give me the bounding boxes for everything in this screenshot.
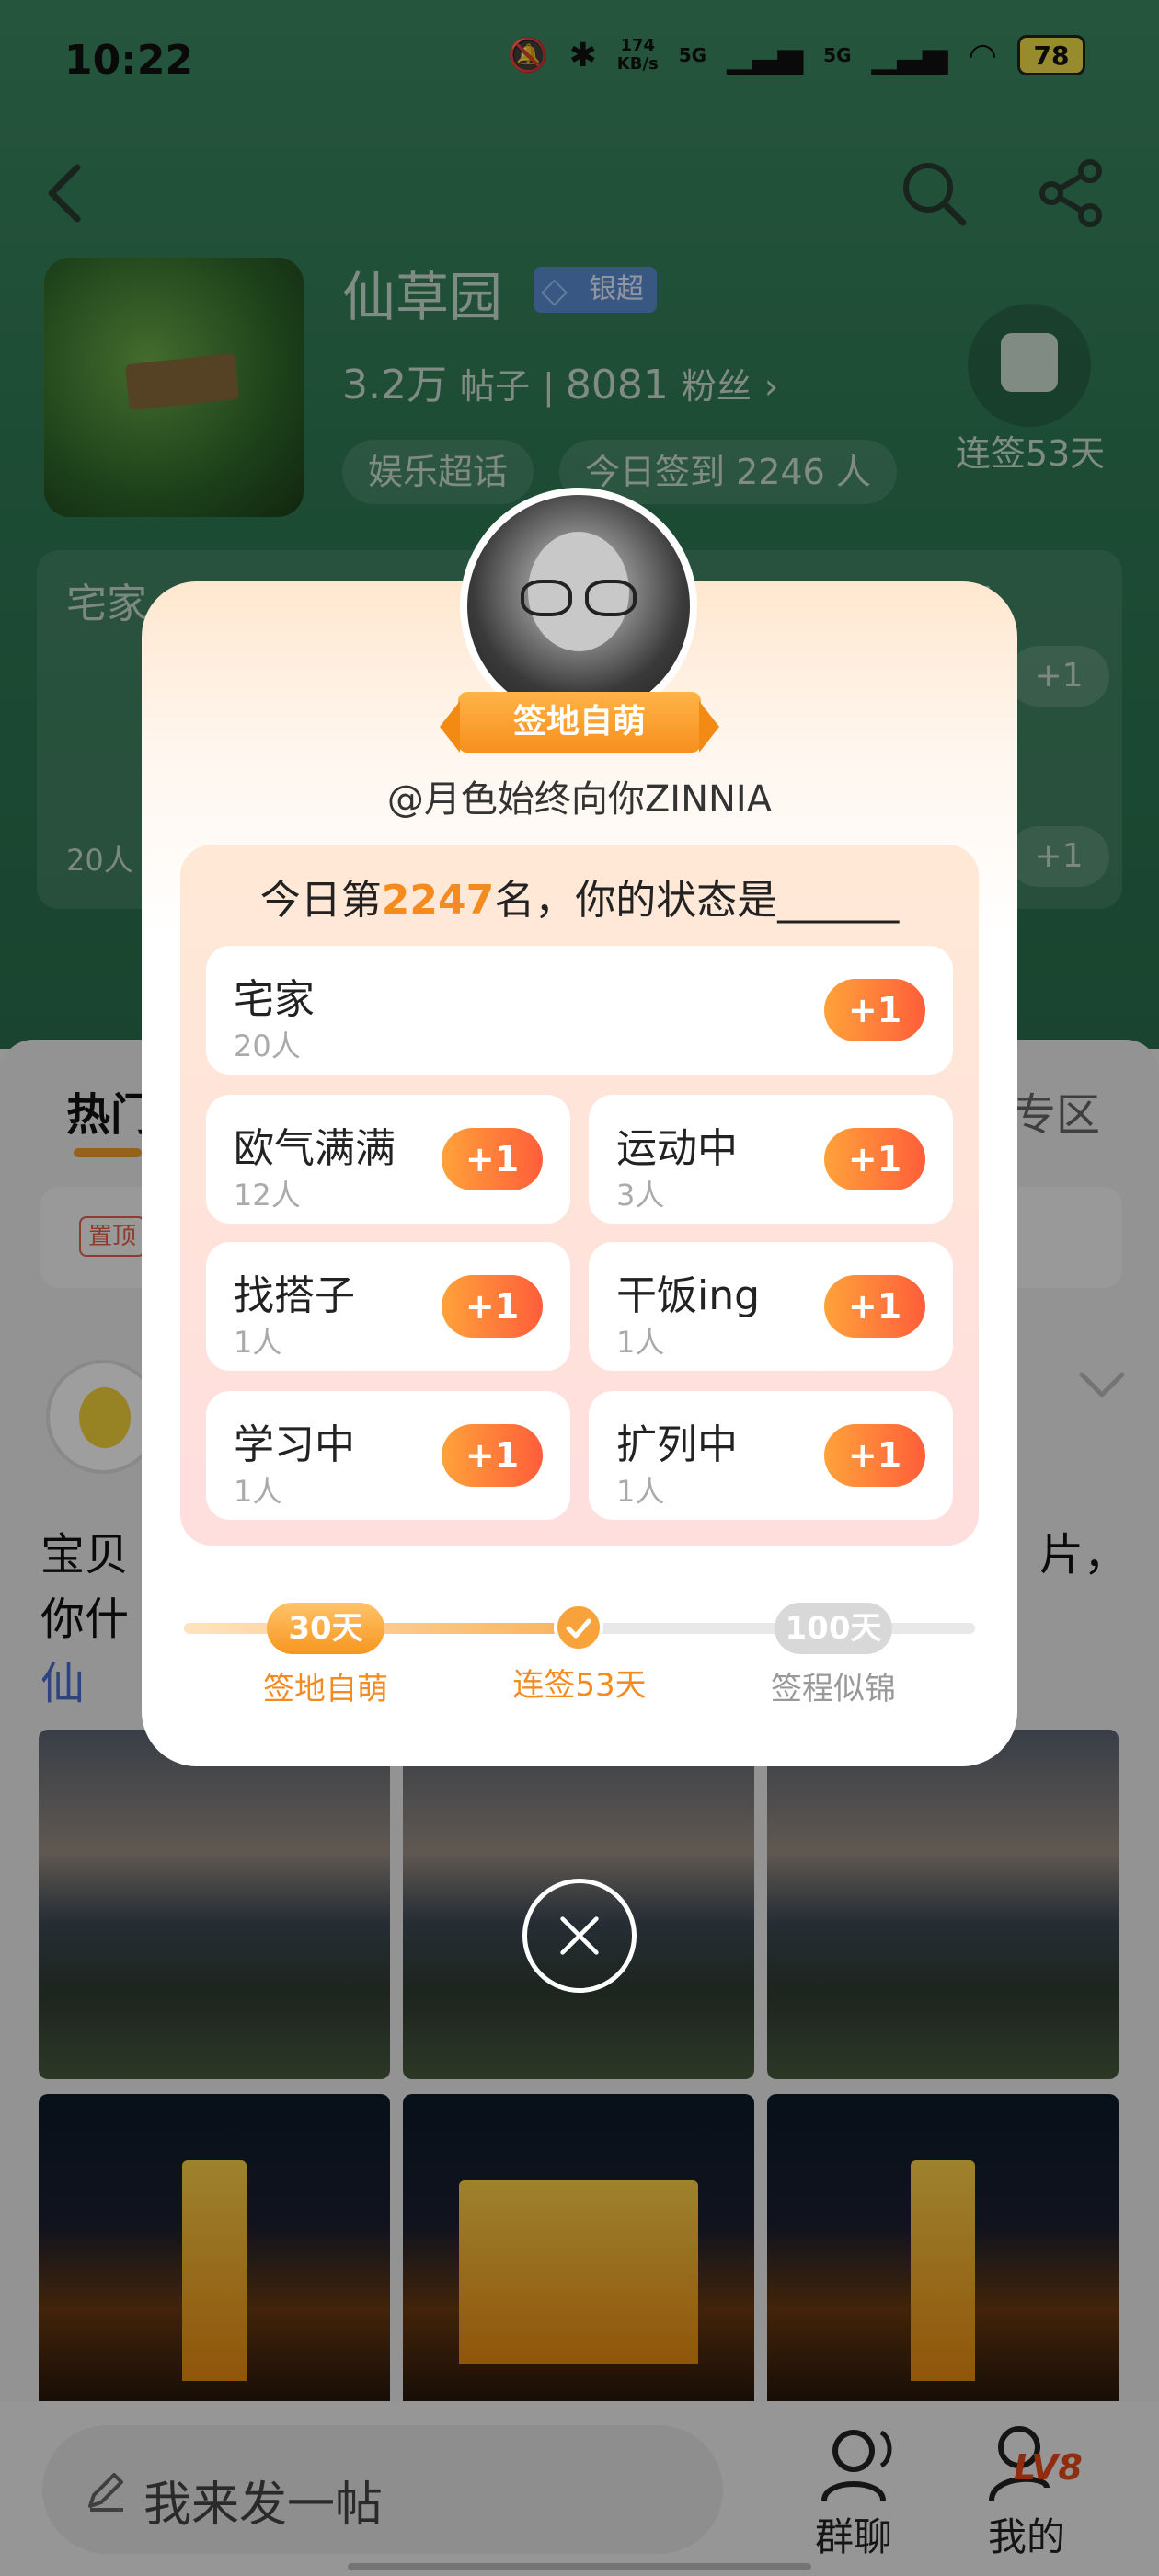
status-question-suffix: 名，你的状态是______ [494, 877, 900, 924]
status-option-eating[interactable]: 干饭ing 1人 +1 [589, 1242, 953, 1371]
status-option-name: 学习中 [234, 1421, 355, 1468]
streak-progress-fill [184, 1623, 603, 1634]
plus-one-button[interactable]: +1 [824, 979, 925, 1041]
status-option-find-partner[interactable]: 找搭子 1人 +1 [206, 1242, 570, 1371]
status-option-count: 1人 [616, 1325, 665, 1360]
status-option-name: 找搭子 [234, 1272, 355, 1319]
plus-one-button[interactable]: +1 [824, 1424, 925, 1487]
plus-one-button[interactable]: +1 [824, 1275, 925, 1338]
status-option-exercising[interactable]: 运动中 3人 +1 [589, 1095, 953, 1224]
milestone-100-badge: 100天 [775, 1603, 892, 1654]
status-option-count: 1人 [616, 1474, 665, 1509]
current-streak-check-icon [554, 1603, 603, 1652]
status-option-count: 1人 [234, 1474, 282, 1509]
user-avatar [460, 488, 697, 725]
status-option-home[interactable]: 宅家 20人 +1 [206, 946, 953, 1075]
status-option-count: 3人 [616, 1178, 665, 1213]
plus-one-button[interactable]: +1 [442, 1424, 543, 1487]
milestone-30-label: 签地自萌 [263, 1671, 388, 1708]
checkin-rank: 2247 [381, 877, 495, 924]
status-option-making-friends[interactable]: 扩列中 1人 +1 [589, 1391, 953, 1520]
status-option-name: 干饭ing [616, 1272, 761, 1319]
status-option-studying[interactable]: 学习中 1人 +1 [206, 1391, 570, 1520]
status-option-name: 欧气满满 [234, 1125, 396, 1172]
plus-one-button[interactable]: +1 [824, 1128, 925, 1190]
status-option-count: 20人 [234, 1029, 301, 1064]
modal-username: @月色始终向你ZINNIA [386, 778, 773, 821]
status-option-name: 扩列中 [616, 1421, 738, 1468]
current-streak-label: 连签53天 [512, 1667, 647, 1704]
status-option-count: 1人 [234, 1325, 282, 1360]
status-option-count: 12人 [234, 1178, 301, 1213]
status-option-name: 运动中 [616, 1125, 738, 1172]
checkin-title-ribbon: 签地自萌 [440, 692, 719, 753]
status-question: 今日第2247名，你的状态是______ [180, 867, 979, 926]
status-option-name: 宅家 [234, 976, 315, 1023]
plus-one-button[interactable]: +1 [442, 1128, 543, 1190]
status-option-lucky[interactable]: 欧气满满 12人 +1 [206, 1095, 570, 1224]
milestone-30-badge: 30天 [267, 1603, 384, 1654]
plus-one-button[interactable]: +1 [442, 1275, 543, 1338]
milestone-100-label: 签程似锦 [771, 1671, 896, 1708]
status-question-prefix: 今日第 [259, 877, 382, 924]
close-icon[interactable] [522, 1879, 637, 1993]
